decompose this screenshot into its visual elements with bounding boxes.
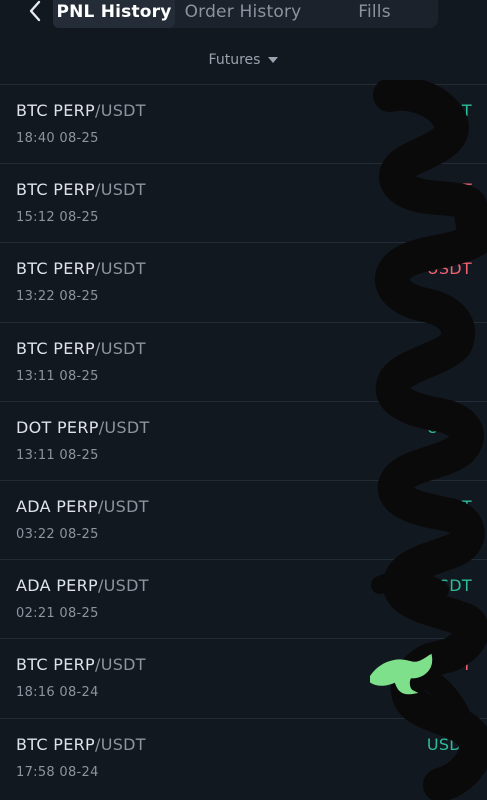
table-row[interactable]: BTC PERP/USDT 13:22 08-25 USDT [0,243,487,323]
pnl-amount: USDT [426,417,472,437]
quote-currency: /USDT [95,734,146,754]
contract-pair: BTC PERP/USDT [16,339,146,358]
contract-pair: ADA PERP/USDT [16,497,149,516]
timestamp: 13:22 08-25 [16,289,99,305]
contract-pair: BTC PERP/USDT [16,735,146,754]
quote-currency: /USDT [98,417,150,437]
timestamp: 18:40 08-25 [16,131,99,146]
contract-name: BTC PERP [16,655,95,675]
contract-pair: DOT PERP/USDT [16,418,150,437]
table-row[interactable]: BTC PERP/USDT 13:11 08-25 USDT [0,323,487,402]
timestamp: 15:12 08-25 [16,210,99,226]
quote-currency: /USDT [95,259,146,279]
contract-name: BTC PERP [16,338,95,358]
contract-pair: BTC PERP/USDT [16,259,146,278]
timestamp: 13:11 08-25 [16,368,99,384]
tab-fills[interactable]: Fills [311,0,438,28]
contract-name: BTC PERP [16,259,95,279]
back-button[interactable] [20,0,50,26]
table-row[interactable]: BTC PERP/USDT 17:58 08-24 USDT [0,719,487,798]
quote-currency: /USDT [95,338,146,358]
contract-name: DOT PERP [16,417,99,437]
timestamp: 02:21 08-25 [16,606,99,622]
timestamp: 17:58 08-24 [16,764,99,780]
table-row[interactable]: BTC PERP/USDT 18:40 08-25 USDT [0,85,487,165]
timestamp: 18:16 08-24 [16,685,99,701]
pnl-amount: USDT [426,338,472,358]
timestamp: 13:11 08-25 [16,447,99,463]
caret-down-icon [268,57,279,63]
contract-name: BTC PERP [16,101,95,120]
quote-currency: /USDT [95,655,146,675]
contract-name: ADA PERP [16,576,98,596]
table-row[interactable]: ADA PERP/USDT 03:22 08-25 USDT [0,481,487,561]
contract-pair: ADA PERP/USDT [16,576,149,595]
table-row[interactable]: DOT PERP/USDT 13:11 08-25 USDT [0,402,487,481]
pnl-amount: USDT [426,496,472,516]
contract-name: BTC PERP [16,734,95,754]
market-filter-label: Futures [208,52,261,68]
contract-pair: BTC PERP/USDT [16,101,146,120]
history-tabs: PNL History Order History Fills [53,0,438,28]
pnl-amount: USDT [426,259,472,279]
tab-order-history[interactable]: Order History [175,0,311,28]
contract-name: ADA PERP [16,496,98,516]
pnl-amount: USDT [426,576,472,596]
quote-currency: /USDT [97,496,149,516]
contract-pair: BTC PERP/USDT [16,655,146,674]
pnl-amount: USDT [426,101,472,120]
pnl-list: BTC PERP/USDT 18:40 08-25 USDT BTC PERP/USD… [0,85,487,798]
pnl-amount: USDT [426,734,472,754]
quote-currency: /USDT [95,180,146,200]
table-row[interactable]: ADA PERP/USDT 02:21 08-25 USDT [0,560,487,640]
contract-pair: BTC PERP/USDT [16,180,146,199]
timestamp: 03:22 08-25 [16,526,99,542]
table-row[interactable]: BTC PERP/USDT 18:16 08-24 USDT [0,639,487,719]
pnl-amount: USDT [426,180,472,200]
table-row[interactable]: BTC PERP/USDT 15:12 08-25 USDT [0,164,487,244]
contract-name: BTC PERP [16,180,95,200]
quote-currency: /USDT [95,101,146,120]
top-navigation: PNL History Order History Fills [0,0,487,30]
pnl-history-screen: PNL History Order History Fills Futures … [0,0,487,800]
quote-currency: /USDT [97,576,149,596]
pnl-amount: USDT [426,655,472,675]
market-filter-dropdown[interactable]: Futures [0,48,487,72]
tab-pnl-history[interactable]: PNL History [53,0,175,28]
chevron-left-icon [29,0,41,22]
